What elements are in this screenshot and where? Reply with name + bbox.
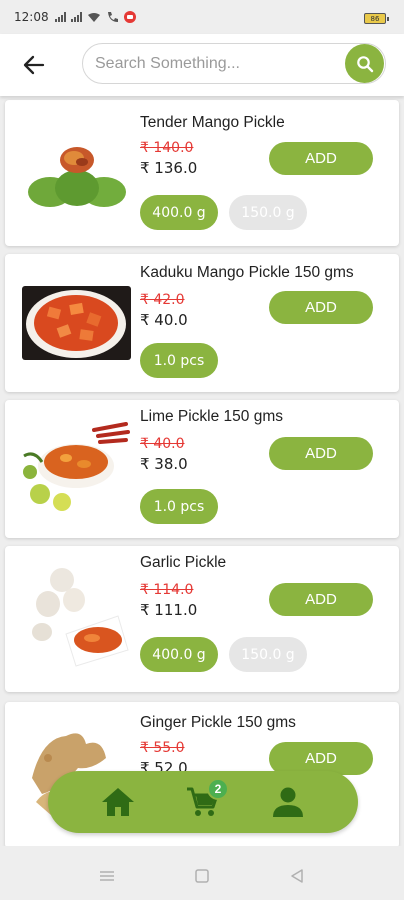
product-card[interactable]: Garlic Pickle ₹ 114.0 ₹ 111.0 ADD 400.0 … bbox=[5, 546, 399, 692]
bottom-nav: 2 bbox=[48, 771, 358, 833]
product-name: Garlic Pickle bbox=[140, 554, 227, 571]
system-nav-bar bbox=[0, 851, 404, 900]
product-name: Tender Mango Pickle bbox=[140, 114, 285, 131]
wifi-icon bbox=[87, 12, 100, 22]
new-price: ₹ 136.0 bbox=[140, 159, 198, 177]
add-button[interactable]: ADD bbox=[269, 437, 373, 470]
old-price: ₹ 114.0 bbox=[140, 582, 194, 598]
product-image bbox=[22, 286, 131, 360]
square-icon bbox=[195, 868, 209, 883]
variant-button[interactable]: 1.0 pcs bbox=[140, 489, 218, 524]
variant-button[interactable]: 1.0 pcs bbox=[140, 343, 218, 378]
new-price: ₹ 40.0 bbox=[140, 311, 188, 329]
call-icon bbox=[107, 12, 118, 22]
product-card[interactable]: Kaduku Mango Pickle 150 gms ₹ 42.0 ₹ 40.… bbox=[5, 254, 399, 392]
home-button[interactable] bbox=[192, 866, 212, 886]
old-price: ₹ 42.0 bbox=[140, 292, 185, 308]
variant-button[interactable]: 400.0 g bbox=[140, 195, 218, 230]
product-name: Ginger Pickle 150 gms bbox=[140, 714, 296, 731]
product-name: Lime Pickle 150 gms bbox=[140, 408, 284, 425]
old-price: ₹ 40.0 bbox=[140, 436, 185, 452]
back-button[interactable] bbox=[16, 47, 52, 83]
system-back-button[interactable] bbox=[287, 866, 307, 886]
search-button[interactable] bbox=[345, 44, 384, 83]
signal-icon-2 bbox=[70, 12, 82, 22]
product-image bbox=[22, 140, 131, 214]
triangle-back-icon bbox=[290, 868, 303, 883]
search-box bbox=[82, 43, 386, 84]
add-button[interactable]: ADD bbox=[269, 142, 373, 175]
nav-cart[interactable]: 2 bbox=[181, 778, 229, 824]
search-icon bbox=[356, 55, 373, 72]
menu-icon bbox=[100, 870, 115, 881]
product-image bbox=[22, 564, 131, 674]
cart-count-badge: 2 bbox=[206, 778, 229, 800]
recents-button[interactable] bbox=[97, 866, 117, 886]
product-list[interactable]: Tender Mango Pickle ₹ 140.0 ₹ 136.0 ADD … bbox=[0, 96, 404, 846]
new-price: ₹ 38.0 bbox=[140, 455, 188, 473]
back-arrow-icon bbox=[23, 55, 45, 75]
battery-icon: 86 bbox=[364, 13, 389, 24]
nav-profile[interactable] bbox=[266, 780, 310, 824]
record-icon bbox=[123, 11, 136, 23]
signal-icon bbox=[54, 12, 66, 22]
home-icon bbox=[102, 788, 135, 816]
new-price: ₹ 111.0 bbox=[140, 601, 198, 619]
variant-button[interactable]: 150.0 g bbox=[229, 637, 307, 672]
search-input[interactable] bbox=[95, 54, 335, 73]
add-button[interactable]: ADD bbox=[269, 583, 373, 616]
add-button[interactable]: ADD bbox=[269, 291, 373, 324]
old-price: ₹ 55.0 bbox=[140, 740, 185, 756]
status-time: 12:08 bbox=[14, 10, 49, 24]
header bbox=[0, 34, 404, 96]
variant-button[interactable]: 150.0 g bbox=[229, 195, 307, 230]
variant-button[interactable]: 400.0 g bbox=[140, 637, 218, 672]
product-card[interactable]: Lime Pickle 150 gms ₹ 40.0 ₹ 38.0 ADD 1.… bbox=[5, 400, 399, 538]
nav-home[interactable] bbox=[96, 780, 140, 824]
product-image bbox=[22, 422, 131, 516]
product-card[interactable]: Tender Mango Pickle ₹ 140.0 ₹ 136.0 ADD … bbox=[5, 100, 399, 246]
status-bar: 12:08 86 bbox=[0, 0, 404, 34]
old-price: ₹ 140.0 bbox=[140, 140, 194, 156]
profile-icon bbox=[272, 787, 303, 817]
product-name: Kaduku Mango Pickle 150 gms bbox=[140, 264, 354, 281]
status-icons bbox=[54, 11, 136, 23]
